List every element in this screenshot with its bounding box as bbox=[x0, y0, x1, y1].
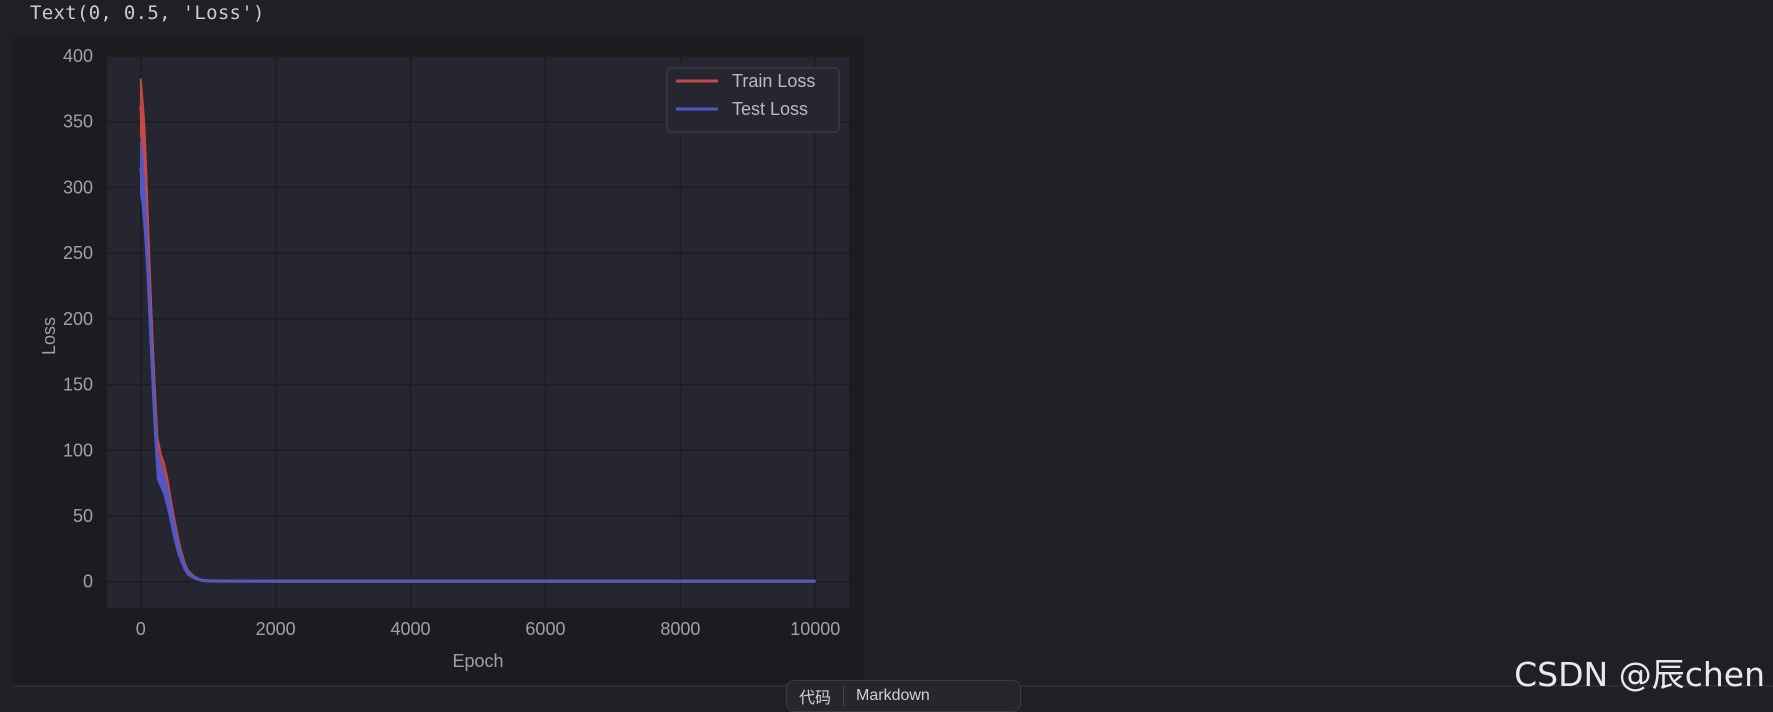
y-tick-labels: 0 50 100 150 200 250 300 350 400 bbox=[63, 46, 93, 592]
y-tick-label: 350 bbox=[63, 112, 93, 132]
x-axis-label: Epoch bbox=[452, 651, 503, 671]
loss-figure: 0 2000 4000 6000 8000 10000 0 50 100 150 200 250 30… bbox=[13, 37, 864, 683]
x-tick-label: 6000 bbox=[525, 619, 565, 639]
x-tick-label: 8000 bbox=[660, 619, 700, 639]
y-tick-label: 200 bbox=[63, 309, 93, 329]
cell-output-text: Text(0, 0.5, 'Loss') bbox=[30, 2, 265, 24]
legend-test-label: Test Loss bbox=[732, 99, 808, 119]
y-axis-label: Loss bbox=[39, 317, 59, 355]
y-tick-label: 250 bbox=[63, 243, 93, 263]
x-tick-label: 2000 bbox=[256, 619, 296, 639]
y-tick-label: 300 bbox=[63, 177, 93, 197]
legend-train-label: Train Loss bbox=[732, 71, 815, 91]
plot-area bbox=[107, 56, 849, 608]
x-tick-label: 4000 bbox=[391, 619, 431, 639]
add-code-cell-button[interactable]: 代码 bbox=[787, 684, 843, 708]
y-tick-label: 100 bbox=[63, 440, 93, 460]
x-tick-labels: 0 2000 4000 6000 8000 10000 bbox=[136, 619, 841, 639]
add-markdown-cell-button[interactable]: Markdown bbox=[844, 687, 942, 705]
x-tick-label: 10000 bbox=[790, 619, 840, 639]
y-tick-label: 0 bbox=[83, 572, 93, 592]
x-tick-label: 0 bbox=[136, 619, 146, 639]
legend: Train Loss Test Loss bbox=[666, 67, 840, 133]
add-cell-toolbar: 代码 Markdown bbox=[786, 680, 1021, 712]
y-tick-label: 50 bbox=[73, 506, 93, 526]
y-tick-label: 400 bbox=[63, 46, 93, 66]
loss-chart: 0 2000 4000 6000 8000 10000 0 50 100 150 200 250 30… bbox=[39, 46, 849, 671]
watermark: CSDN @辰chen bbox=[1514, 655, 1765, 694]
y-tick-label: 150 bbox=[63, 375, 93, 395]
